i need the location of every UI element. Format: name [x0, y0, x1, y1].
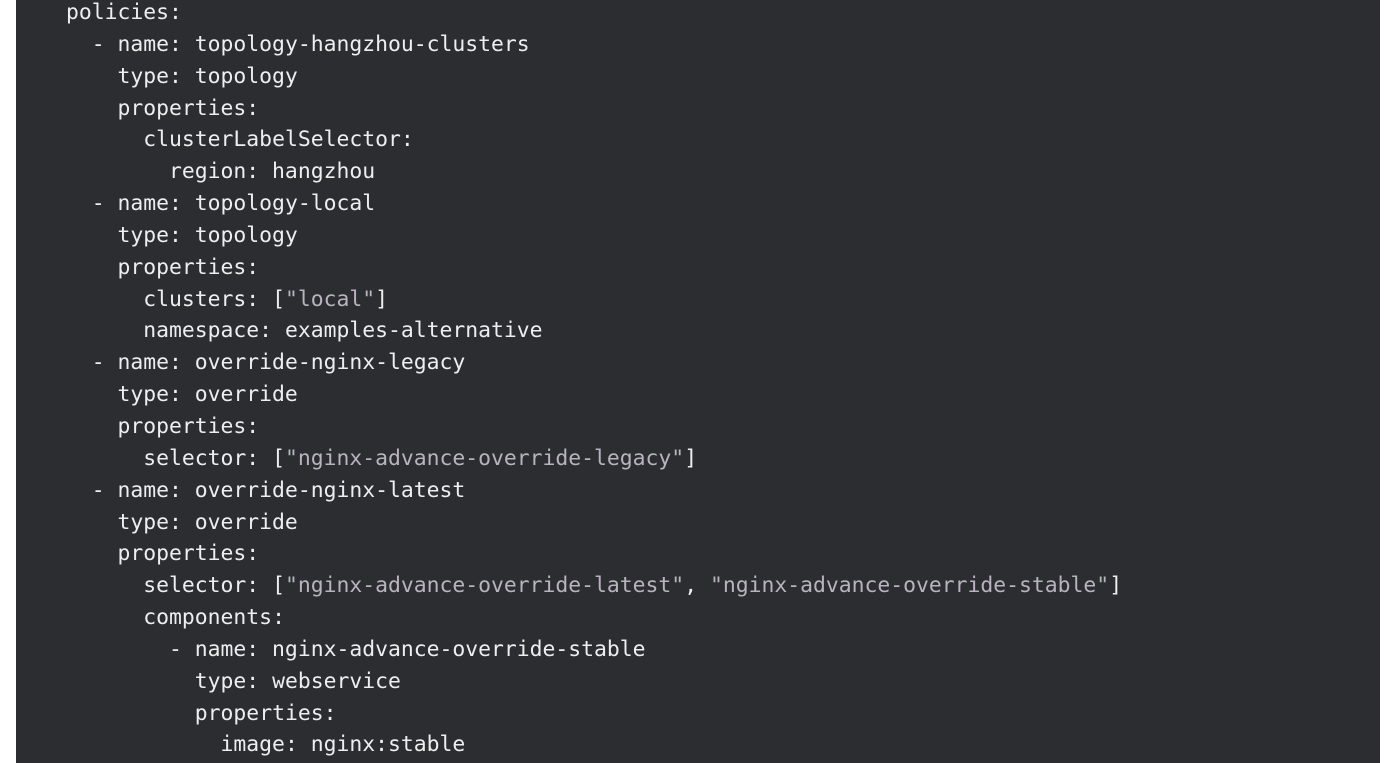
- string-token: "local": [284, 286, 376, 312]
- code-token: selector: [: [143, 573, 285, 599]
- code-token: ]: [375, 286, 388, 312]
- code-line: properties:: [66, 698, 1122, 730]
- code-line: namespace: examples-alternative: [66, 315, 1122, 347]
- code-token: - name: override-nginx-latest: [91, 477, 466, 503]
- code-line: policies:: [66, 0, 1122, 29]
- code-line: type: override: [66, 379, 1122, 411]
- code-block-panel: policies: - name: topology-hangzhou-clus…: [16, 0, 1380, 763]
- code-token: components:: [143, 605, 285, 631]
- code-line: - name: override-nginx-legacy: [66, 347, 1122, 379]
- string-token: "nginx-advance-override-legacy": [284, 445, 685, 471]
- code-line: type: webservice: [66, 666, 1122, 698]
- code-token: clusterLabelSelector:: [143, 127, 414, 153]
- code-token: - name: topology-local: [91, 191, 376, 217]
- code-line: components:: [66, 602, 1122, 634]
- code-token: ,: [684, 573, 710, 599]
- code-line: type: override: [66, 507, 1122, 539]
- code-token: ]: [1109, 573, 1123, 599]
- code-token: image: nginx:stable: [220, 732, 466, 758]
- code-line: - name: topology-hangzhou-clusters: [66, 29, 1122, 61]
- code-token: properties:: [194, 700, 337, 726]
- string-token: "nginx-advance-override-latest": [284, 573, 685, 599]
- code-line: properties:: [66, 411, 1122, 443]
- code-token: selector: [: [143, 445, 285, 471]
- code-token: ]: [684, 445, 698, 471]
- code-token: type: topology: [117, 63, 298, 89]
- code-token: region: hangzhou: [169, 159, 376, 185]
- code-token: type: override: [117, 509, 298, 535]
- code-line: properties:: [66, 252, 1122, 284]
- code-line: - name: override-nginx-latest: [66, 475, 1122, 507]
- code-line: type: topology: [66, 220, 1122, 252]
- code-token: type: webservice: [194, 668, 401, 694]
- code-line: properties:: [66, 93, 1122, 125]
- code-token: type: topology: [117, 222, 298, 248]
- code-line: image: nginx:stable: [66, 729, 1122, 761]
- code-line: selector: ["nginx-advance-override-legac…: [66, 443, 1122, 475]
- yaml-code[interactable]: policies: - name: topology-hangzhou-clus…: [66, 0, 1122, 761]
- code-line: type: topology: [66, 61, 1122, 93]
- code-line: selector: ["nginx-advance-override-lates…: [66, 570, 1122, 602]
- code-line: clusterLabelSelector:: [66, 124, 1122, 156]
- code-token: properties:: [117, 413, 260, 439]
- code-line: properties:: [66, 538, 1122, 570]
- code-token: properties:: [117, 95, 260, 121]
- code-line: - name: nginx-advance-override-stable: [66, 634, 1122, 666]
- code-line: clusters: ["local"]: [66, 284, 1122, 316]
- code-token: properties:: [117, 541, 260, 567]
- code-token: policies:: [66, 0, 182, 25]
- code-token: properties:: [117, 254, 260, 280]
- string-token: "nginx-advance-override-stable": [709, 573, 1110, 599]
- code-token: clusters: [: [143, 286, 285, 312]
- code-token: - name: topology-hangzhou-clusters: [91, 31, 530, 57]
- code-token: - name: override-nginx-legacy: [91, 350, 466, 376]
- code-line: region: hangzhou: [66, 156, 1122, 188]
- code-token: namespace: examples-alternative: [143, 318, 543, 344]
- code-token: type: override: [117, 382, 298, 408]
- code-line: - name: topology-local: [66, 188, 1122, 220]
- code-token: - name: nginx-advance-override-stable: [169, 636, 646, 662]
